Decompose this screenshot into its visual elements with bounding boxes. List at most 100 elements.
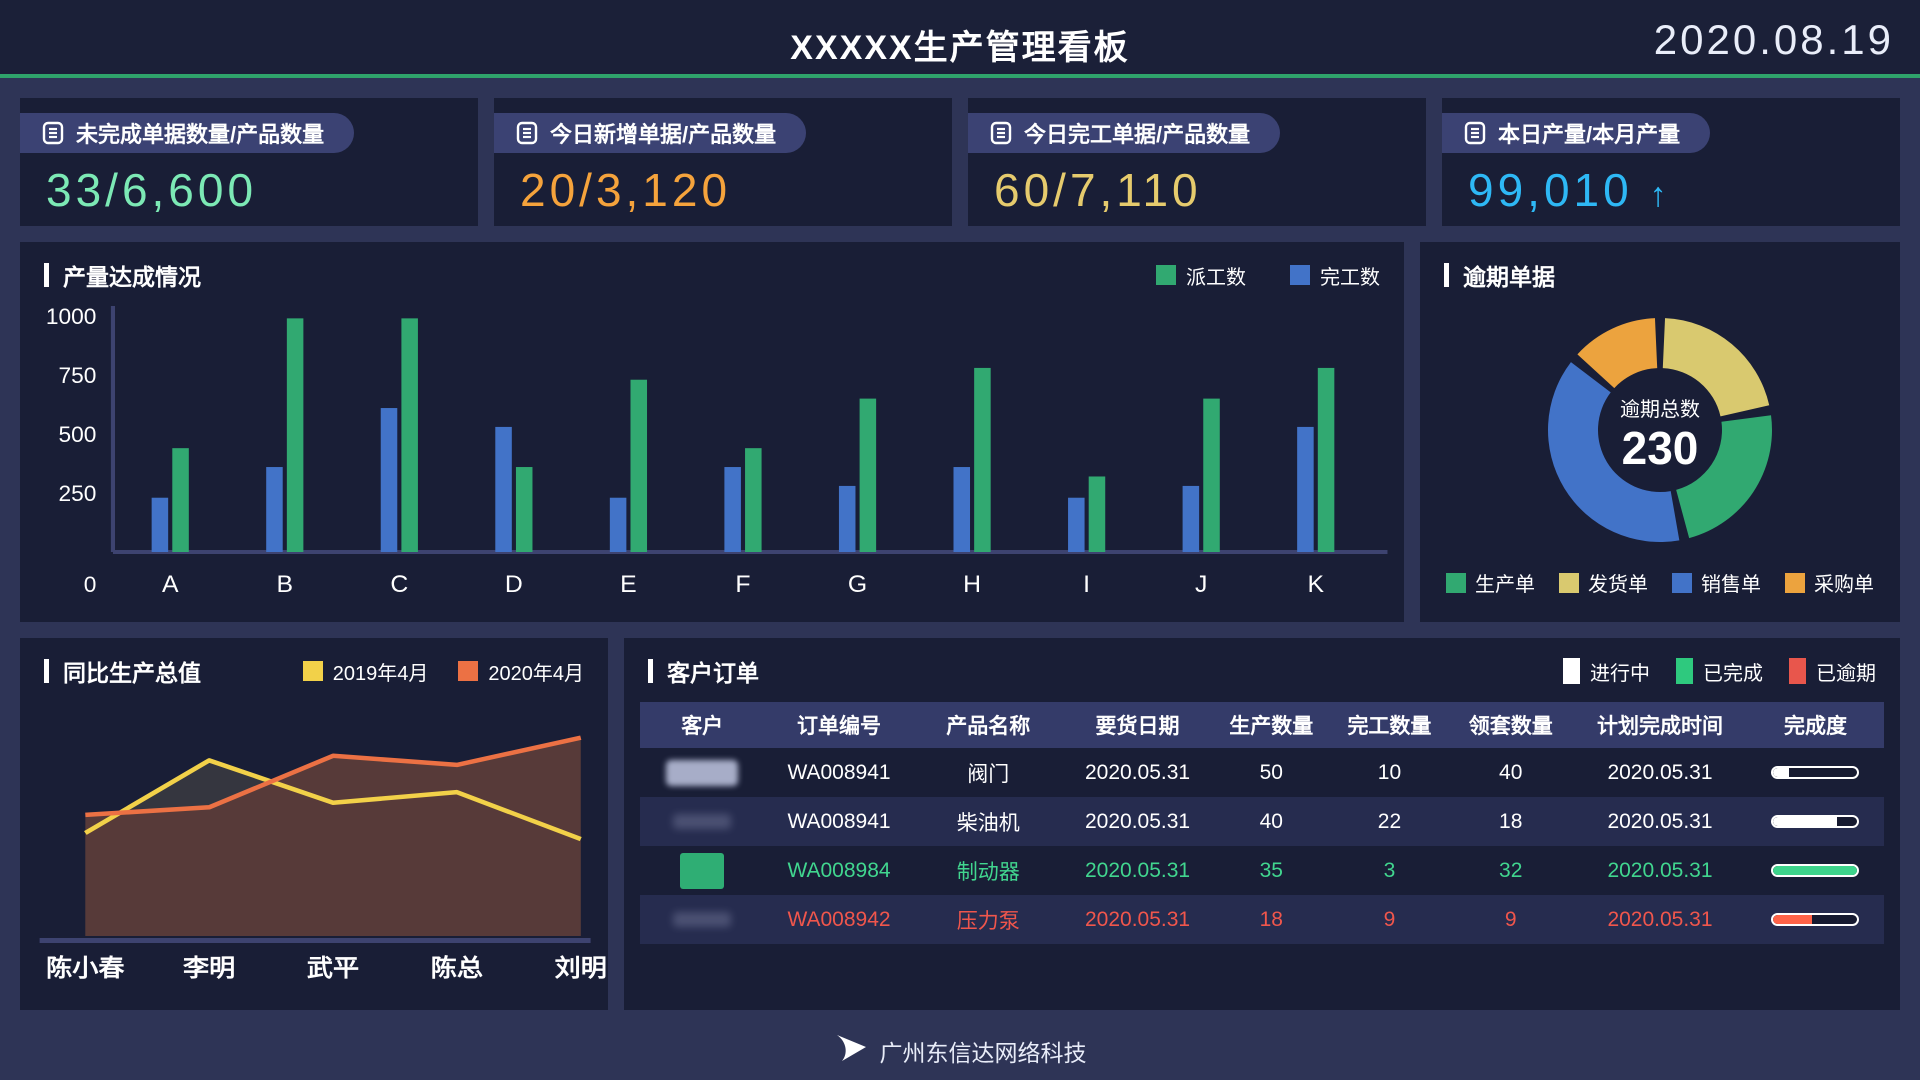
x-axis-category-label: I — [1083, 571, 1090, 598]
legend-label: 已完成 — [1703, 662, 1763, 685]
kpi-value: 20/3,120 — [520, 164, 732, 216]
due-date-cell: 2020.05.31 — [1085, 858, 1191, 882]
bar-dispatched[interactable] — [1317, 367, 1335, 552]
legend-item[interactable]: 销售单 — [1672, 568, 1761, 597]
product-name-cell: 柴油机 — [956, 811, 1020, 835]
customer-orders-table: 客户 订单编号 产品名称 要货日期 生产数量 完工数量 领套数量 计划完成时间 完成度 WA00… — [640, 702, 1884, 944]
table-row[interactable]: WA008942 压力泵 2020.05.31 18 9 9 2020.05.3… — [640, 895, 1884, 944]
bar-chart[interactable]: 0 250 500 750 1000 A B C D E F G H I J K — [20, 296, 1404, 604]
progress-cell — [1747, 766, 1884, 779]
x-axis-category-label: 刘明 — [555, 955, 607, 982]
bar-completed[interactable] — [838, 485, 856, 552]
bar-completed[interactable] — [495, 426, 512, 552]
bar-dispatched[interactable] — [1203, 398, 1220, 552]
product-name-cell: 阀门 — [967, 762, 1010, 786]
y-axis-tick-label: 250 — [59, 481, 97, 506]
bar-dispatched[interactable] — [401, 318, 418, 552]
legend-swatch — [1785, 572, 1805, 593]
legend-item[interactable]: 发货单 — [1559, 568, 1648, 597]
legend-label: 发货单 — [1588, 574, 1648, 596]
order-status-legend: 进行中 已完成 已逾期 — [1563, 657, 1876, 686]
bar-dispatched[interactable] — [974, 367, 991, 552]
product-name-cell: 制动器 — [956, 860, 1020, 884]
bar-completed[interactable] — [609, 497, 627, 552]
bar-completed[interactable] — [380, 408, 398, 552]
bar-completed[interactable] — [1182, 485, 1200, 552]
legend-item[interactable]: 派工数 — [1156, 261, 1246, 290]
legend-item[interactable]: 2020年4月 — [458, 657, 584, 686]
legend-item[interactable]: 2019年4月 — [302, 657, 428, 686]
customer-orders-panel: 客户订单 进行中 已完成 已逾期 客户 订单编号 产品名称 要货日期 生产数量 完工数量 领… — [624, 638, 1900, 1010]
x-axis-category-label: 陈总 — [431, 954, 483, 982]
kpi-card-new-orders-today: 今日新增单据/产品数量 20/3,120 — [494, 98, 952, 226]
legend-swatch — [1672, 572, 1692, 593]
bar-dispatched[interactable] — [286, 318, 304, 552]
kpi-value: 99,010 ↑ — [1468, 164, 1667, 216]
bar-dispatched[interactable] — [1088, 476, 1106, 552]
production-qty-cell: 35 — [1259, 858, 1283, 882]
bar-dispatched[interactable] — [515, 467, 533, 552]
document-list-icon — [42, 121, 64, 145]
table-header-cell: 完成度 — [1783, 715, 1847, 738]
kpi-card-daily-monthly-output: 本日产量/本月产量 99,010 ↑ — [1442, 98, 1900, 226]
panel-title-yoy-production: 同比生产总值 — [44, 654, 201, 688]
due-date-cell: 2020.05.31 — [1085, 809, 1191, 833]
overdue-orders-panel: 逾期单据 逾期总数 230 生产单 发货单 销售单 采购单 — [1420, 242, 1900, 622]
bar-dispatched[interactable] — [172, 448, 189, 552]
bar-dispatched[interactable] — [630, 379, 648, 552]
title-accent-bar — [648, 659, 653, 683]
panel-title-output-achievement: 产量达成情况 — [44, 258, 201, 292]
x-axis-category-label: G — [848, 571, 867, 598]
title-accent-bar — [44, 263, 49, 287]
area-fill — [85, 737, 581, 936]
legend-item[interactable]: 已逾期 — [1789, 657, 1876, 686]
kpi-label: 今日完工单据/产品数量 — [1024, 122, 1251, 147]
donut-chart[interactable]: 逾期总数230 — [1420, 296, 1900, 558]
legend-item[interactable]: 已完成 — [1676, 657, 1763, 686]
order-number-cell: WA008941 — [787, 809, 891, 833]
production-qty-cell: 40 — [1259, 809, 1283, 833]
bar-dispatched[interactable] — [745, 448, 762, 552]
company-name: 广州东信达网络科技 — [879, 1040, 1087, 1066]
table-header-cell: 要货日期 — [1095, 715, 1180, 738]
set-qty-cell: 18 — [1499, 809, 1523, 833]
customer-logo — [640, 797, 764, 846]
legend-swatch — [1446, 572, 1466, 593]
kpi-value: 60/7,110 — [994, 164, 1202, 216]
table-header-cell: 完工数量 — [1347, 715, 1432, 738]
table-row[interactable]: WA008941 阀门 2020.05.31 50 10 40 2020.05.… — [640, 748, 1884, 797]
company-logo-icon — [834, 1032, 868, 1070]
kpi-label: 未完成单据数量/产品数量 — [76, 122, 325, 147]
y-axis-tick-label: 500 — [59, 422, 97, 447]
bar-completed[interactable] — [953, 467, 971, 552]
bar-completed[interactable] — [266, 467, 283, 552]
kpi-value: 33/6,600 — [46, 164, 258, 216]
due-date-cell: 2020.05.31 — [1085, 907, 1191, 931]
table-row[interactable]: WA008984 制动器 2020.05.31 35 3 32 2020.05.… — [640, 846, 1884, 895]
kpi-card-completed-orders-today: 今日完工单据/产品数量 60/7,110 — [968, 98, 1426, 226]
bar-completed[interactable] — [151, 497, 169, 552]
table-row[interactable]: WA008941 柴油机 2020.05.31 40 22 18 2020.05… — [640, 797, 1884, 846]
legend-item[interactable]: 完工数 — [1290, 261, 1380, 290]
legend-item[interactable]: 采购单 — [1785, 568, 1874, 597]
page-title: XXXXX生产管理看板 — [790, 29, 1130, 67]
production-qty-cell: 18 — [1259, 907, 1283, 931]
title-accent-bar — [44, 659, 49, 683]
donut-center-label: 逾期总数 — [1620, 398, 1700, 421]
dashboard-content: 未完成单据数量/产品数量 33/6,600 今日新增单据/产品数量 20/3,1… — [0, 78, 1920, 1030]
bar-dispatched[interactable] — [859, 398, 877, 552]
kpi-pill: 今日新增单据/产品数量 — [494, 113, 807, 153]
bar-completed[interactable] — [1068, 497, 1085, 552]
legend-item[interactable]: 生产单 — [1446, 568, 1535, 597]
line-chart[interactable]: 陈小春 李明 武平 陈总 刘明 — [20, 692, 608, 992]
legend-item[interactable]: 进行中 — [1563, 657, 1650, 686]
x-axis-category-label: D — [505, 571, 523, 598]
bar-completed[interactable] — [724, 467, 741, 552]
kpi-pill: 今日完工单据/产品数量 — [968, 113, 1281, 153]
legend-swatch — [458, 661, 479, 681]
order-number-cell: WA008942 — [787, 907, 891, 931]
bar-completed[interactable] — [1297, 426, 1314, 552]
footer: 广州东信达网络科技 — [0, 1030, 1920, 1072]
order-number-cell: WA008984 — [787, 858, 891, 882]
order-number-cell: WA008941 — [787, 760, 891, 784]
